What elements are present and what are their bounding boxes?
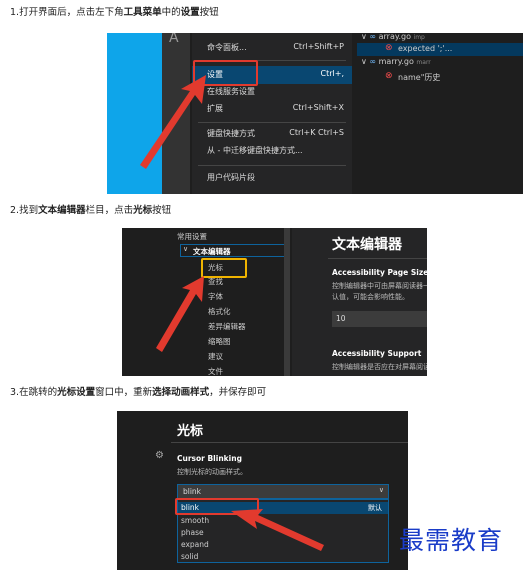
watermark-logo: 最需教育 <box>399 526 504 555</box>
tree-item-common[interactable]: 常用设置 <box>177 231 207 242</box>
setting-title: Cursor Blinking <box>177 454 242 463</box>
tree-item-files[interactable]: 文件 <box>208 366 223 376</box>
problems-panel: ∨ ∞ array.go imp ⊗ expected ';'... ∨ ∞ m… <box>357 33 523 194</box>
menu-separator <box>198 165 346 166</box>
step-2-text: 2.找到文本编辑器栏目，点击光标按钮 <box>10 205 172 216</box>
problem-error-text: name"历史 <box>398 73 441 82</box>
menu-item-extensions[interactable]: 扩展 Ctrl+Shift+X <box>192 101 352 118</box>
option-smooth[interactable]: smooth <box>181 516 209 525</box>
setting-desc-2: 认值，可能会影响性能。 <box>332 293 409 301</box>
default-label: 默认 <box>368 504 382 512</box>
error-icon: ⊗ <box>385 71 393 81</box>
page-title: 文本编辑器 <box>332 237 402 253</box>
chevron-down-icon: ∨ <box>378 486 384 494</box>
cursor-blinking-select[interactable]: blink ∨ <box>177 484 389 499</box>
arrow-icon <box>231 509 324 551</box>
page-size-input[interactable]: 10 <box>332 311 427 327</box>
separator <box>171 442 408 443</box>
separator <box>328 258 427 259</box>
menu-separator <box>198 122 346 123</box>
setting-2-desc: 控制编辑器是否应在对屏幕阅读器进行优化的模式下运行 <box>332 363 427 371</box>
problem-error-row[interactable]: ⊗ expected ';'... <box>357 43 523 56</box>
tree-scrollbar[interactable] <box>284 228 290 376</box>
page-title: 光标 <box>177 424 204 439</box>
problem-file-array[interactable]: ∨ ∞ array.go imp <box>361 33 425 41</box>
setting-desc: 控制编辑器中可由屏幕阅读器一次读出的行数，默认值 <box>332 282 427 290</box>
tree-item-text-editor-row[interactable]: ∨ 文本编辑器 <box>180 244 288 257</box>
arrow-icon <box>140 75 206 169</box>
chevron-down-icon: ∨ <box>183 245 189 253</box>
step-3-text: 3.在跳转的光标设置窗口中，重新选择动画样式，并保存即可 <box>10 387 267 398</box>
problem-file-marry[interactable]: ∨ ∞ marry.go marr <box>361 57 431 66</box>
menu-item-user-snippets[interactable]: 用户代码片段 <box>192 170 352 187</box>
settings-panel: 文本编辑器 Accessibility Page Size 控制编辑器中可由屏幕… <box>292 228 427 376</box>
explorer-icon[interactable]: A <box>169 33 179 46</box>
menu-item-command-palette[interactable]: 命令面板... Ctrl+Shift+P <box>192 39 352 57</box>
menu-item-keyboard-shortcuts[interactable]: 键盘快捷方式 Ctrl+K Ctrl+S <box>192 126 352 143</box>
option-expand[interactable]: expand <box>181 540 209 549</box>
arrow-icon <box>156 276 204 352</box>
context-menu: 命令面板... Ctrl+Shift+P 设置 Ctrl+, 在线服务设置 扩展… <box>192 33 352 194</box>
setting-desc: 控制光标的动画样式。 <box>177 468 247 476</box>
error-icon: ⊗ <box>385 43 393 53</box>
step-1-text: 1.打开界面后，点击左下角工具菜单中的设置按钮 <box>10 7 219 18</box>
option-solid[interactable]: solid <box>181 552 198 561</box>
menu-item-online-services[interactable]: 在线服务设置 <box>192 84 352 101</box>
setting-2-title: Accessibility Support <box>332 349 422 358</box>
setting-title: Accessibility Page Size <box>332 268 427 277</box>
screenshot-menu: A 命令面板... Ctrl+Shift+P 设置 Ctrl+, 在线服务设置 … <box>107 33 523 194</box>
screenshot-text-editor: 常用设置 ∨ 文本编辑器 光标 查找 字体 格式化 差异编辑器 缩略图 建议 文… <box>122 228 427 376</box>
screenshot-cursor: 光标 ⚙ Cursor Blinking 控制光标的动画样式。 blink ∨ … <box>117 411 408 570</box>
gear-icon[interactable]: ⚙ <box>155 450 164 461</box>
tree-item-diff-editor[interactable]: 差异编辑器 <box>208 321 246 332</box>
option-phase[interactable]: phase <box>181 528 204 537</box>
menu-item-migrate-shortcuts[interactable]: 从 - 中迁移键盘快捷方式... <box>192 143 352 160</box>
